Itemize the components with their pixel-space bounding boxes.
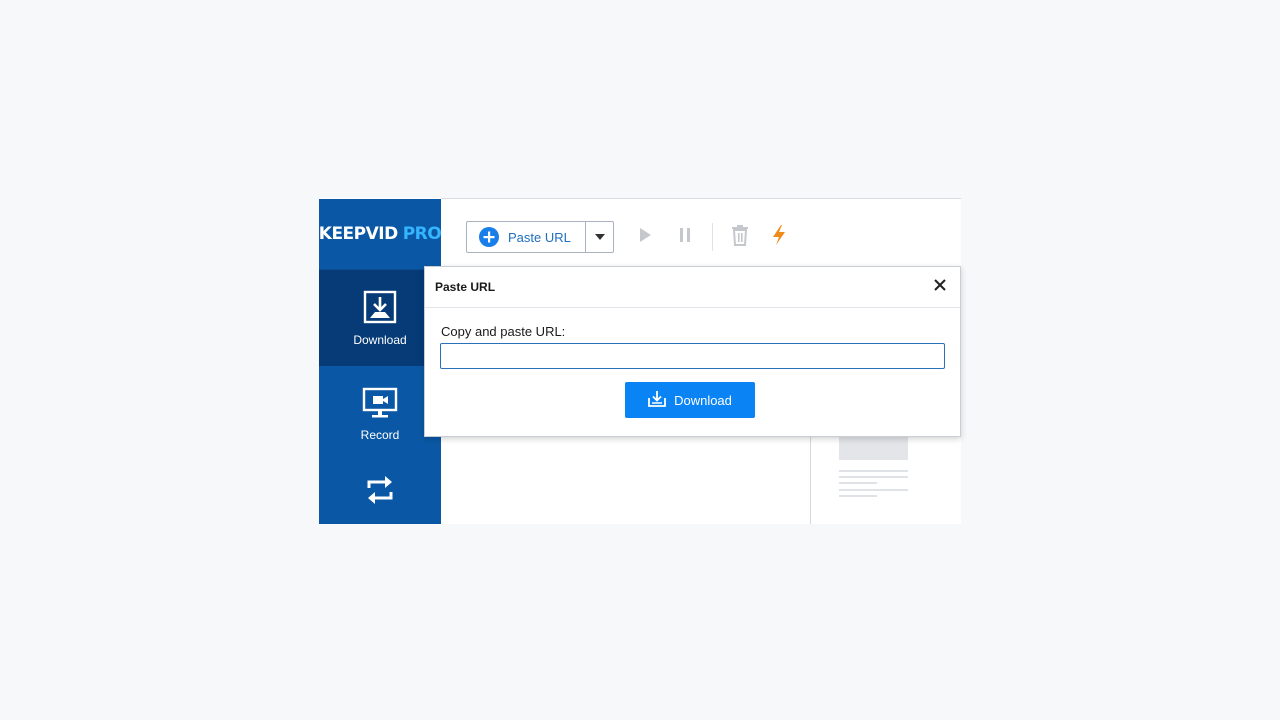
placeholder-line	[839, 470, 908, 472]
sidebar-item-label: Record	[360, 427, 400, 442]
trash-icon	[730, 224, 750, 251]
toolbar-divider	[712, 223, 713, 251]
panel-divider	[810, 434, 811, 524]
logo-accent-text: PRO	[402, 224, 442, 244]
top-divider	[441, 198, 961, 199]
paste-url-dropdown[interactable]	[585, 222, 613, 252]
download-button[interactable]: Download	[625, 382, 755, 418]
pause-icon	[678, 226, 692, 249]
sidebar-item-record[interactable]: Record	[319, 366, 441, 462]
delete-button[interactable]	[728, 224, 752, 251]
play-button[interactable]	[633, 225, 657, 249]
app-logo: KEEPVID PRO	[319, 199, 442, 270]
dialog-header: Paste URL	[425, 267, 960, 308]
play-icon	[638, 226, 652, 249]
paste-url-group: Paste URL	[466, 221, 614, 253]
download-button-label: Download	[674, 392, 732, 408]
sidebar-item-label: Download	[353, 332, 407, 347]
record-screen-icon	[362, 387, 398, 422]
toolbar: Paste URL	[466, 221, 791, 253]
lightning-icon	[770, 224, 788, 251]
sidebar-item-convert[interactable]	[319, 474, 441, 514]
placeholder-line	[839, 476, 908, 478]
placeholder-line	[839, 495, 877, 497]
close-icon	[934, 278, 946, 296]
download-icon	[648, 390, 674, 410]
url-input[interactable]	[440, 343, 945, 369]
paste-url-button[interactable]: Paste URL	[467, 222, 585, 252]
chevron-down-icon	[594, 228, 606, 246]
logo-text: KEEPVID	[319, 224, 398, 244]
close-button[interactable]	[930, 277, 950, 297]
placeholder-line	[839, 489, 908, 491]
plus-circle-icon	[479, 227, 499, 247]
download-icon	[363, 290, 397, 327]
paste-url-dialog: Paste URL Copy and paste URL: Download	[424, 266, 961, 437]
sidebar: KEEPVID PRO Download Record	[319, 199, 442, 524]
dialog-title: Paste URL	[435, 280, 496, 294]
video-thumbnail-placeholder	[839, 434, 908, 460]
convert-icon	[365, 474, 395, 509]
pause-button[interactable]	[673, 225, 697, 249]
paste-url-label: Paste URL	[508, 229, 571, 245]
sidebar-item-download[interactable]: Download	[319, 270, 441, 366]
placeholder-line	[839, 482, 877, 484]
turbo-button[interactable]	[767, 224, 791, 251]
url-field-label: Copy and paste URL:	[441, 324, 566, 339]
